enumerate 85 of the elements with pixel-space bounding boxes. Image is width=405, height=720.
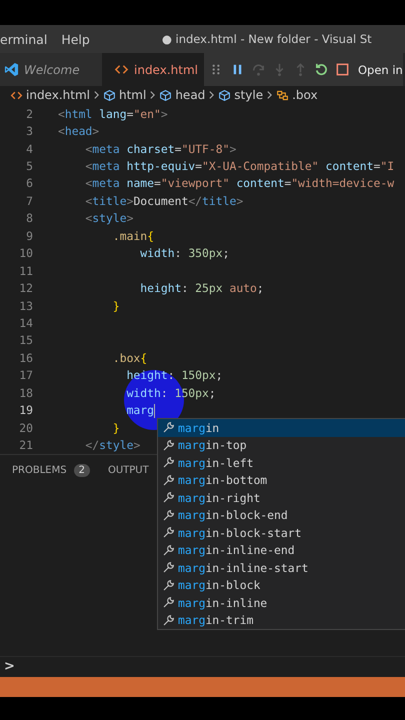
panel-tab[interactable]: PROBLEMS 2 (12, 464, 90, 477)
line-number: 20 (18, 420, 33, 435)
line-number: 8 (25, 211, 33, 226)
panel-tab[interactable]: OUTPUT (108, 464, 149, 477)
chevron-icon (92, 90, 100, 100)
wrench-icon (162, 438, 175, 452)
suggestion-item[interactable]: margin-block-end (158, 506, 405, 524)
code-line: marg (126, 402, 156, 418)
line-number: 13 (18, 298, 33, 313)
line-number: 17 (18, 368, 33, 382)
line-number: 16 (18, 350, 33, 365)
suggestion-item[interactable]: margin-right (158, 489, 405, 506)
editor-tab[interactable]: Welcome (0, 53, 102, 86)
stop-icon[interactable] (334, 62, 350, 77)
line-number: 6 (25, 176, 33, 190)
wrench-icon (162, 474, 175, 487)
code-line: height: 25px auto; (139, 281, 264, 296)
wrench-icon (162, 421, 175, 434)
wrench-icon (162, 526, 175, 540)
code-line: .main{ (112, 228, 154, 243)
line-number: 12 (18, 281, 33, 296)
wrench-icon (162, 508, 175, 522)
line-number: 19 (18, 403, 33, 418)
code-line: } (112, 420, 120, 435)
suggestion-item[interactable]: margin-inline (158, 594, 405, 612)
code-line: } (112, 298, 120, 313)
line-number: 3 (25, 124, 33, 138)
count-badge: 2 (74, 464, 90, 477)
menu-item[interactable]: erminal (0, 32, 48, 46)
open-in-button[interactable]: Open in (358, 62, 403, 76)
cube-icon (218, 88, 232, 102)
code-line: <meta charset="UTF-8"> (84, 142, 236, 156)
editor-tab[interactable]: index.html (102, 53, 204, 86)
line-number: 15 (18, 333, 33, 348)
line-number: 18 (18, 386, 33, 400)
cube-icon (159, 88, 172, 102)
chevron-icon (208, 90, 216, 100)
breadcrumb-item[interactable]: .box (276, 88, 318, 102)
editor-logo-icon (4, 62, 19, 77)
code-line: <head> (58, 124, 100, 138)
wrench-icon (162, 561, 175, 574)
menu-item[interactable]: Help (61, 32, 90, 46)
breadcrumb-item[interactable]: head (159, 88, 206, 102)
code-line: <meta name="viewport" content="width=device-w (84, 176, 394, 190)
code-line: <style> (84, 211, 134, 226)
suggestion-item[interactable]: margin-top (158, 436, 405, 454)
code-line: </style> (84, 438, 140, 452)
code-line: <html lang="en"> (58, 106, 168, 121)
wrench-icon (162, 614, 175, 627)
wrench-icon (162, 456, 175, 470)
wrench-icon (162, 596, 175, 610)
chevron-icon (149, 90, 156, 100)
chevron-icon (266, 90, 274, 100)
line-number: 21 (18, 438, 33, 452)
code-line: width: 350px; (139, 246, 230, 260)
breadcrumb-item[interactable]: style (218, 88, 264, 102)
code-line: <meta http-equiv="X-UA-Compatible" content="I (84, 159, 394, 174)
suggestion-item[interactable]: margin-block-start (158, 524, 405, 542)
wrench-icon (162, 491, 175, 504)
class-icon (276, 88, 290, 102)
breadcrumb-item[interactable]: index.html (10, 88, 90, 102)
line-number: 14 (18, 316, 33, 330)
line-number: 9 (25, 228, 33, 243)
cube-icon (102, 88, 116, 102)
suggestion-item[interactable]: margin-inline-start (158, 559, 405, 576)
suggestion-item[interactable]: margin-inline-end (158, 542, 405, 559)
suggestion-item[interactable]: margin-bottom (158, 472, 405, 489)
window-title: ● index.html - New folder - Visual St (162, 32, 372, 46)
suggestion-item[interactable]: margin-block (158, 576, 405, 594)
breadcrumb-item[interactable]: html (102, 88, 146, 102)
line-number: 5 (25, 159, 33, 174)
terminal-prompt: > (4, 658, 15, 674)
line-number: 4 (25, 142, 33, 156)
line-number: 11 (18, 264, 33, 278)
wrench-icon (162, 544, 175, 557)
suggestion-item[interactable]: margin (158, 419, 405, 436)
line-number: 7 (25, 194, 33, 208)
code-line: <title>Document</title> (84, 194, 244, 208)
suggestion-item[interactable]: margin-left (158, 454, 405, 472)
line-number: 10 (18, 246, 33, 260)
line-number: 2 (25, 106, 33, 121)
suggestion-item[interactable]: margin-trim (158, 612, 405, 629)
restart-icon[interactable] (314, 62, 329, 77)
code-line: .box{ (112, 350, 148, 365)
wrench-icon (162, 578, 175, 592)
